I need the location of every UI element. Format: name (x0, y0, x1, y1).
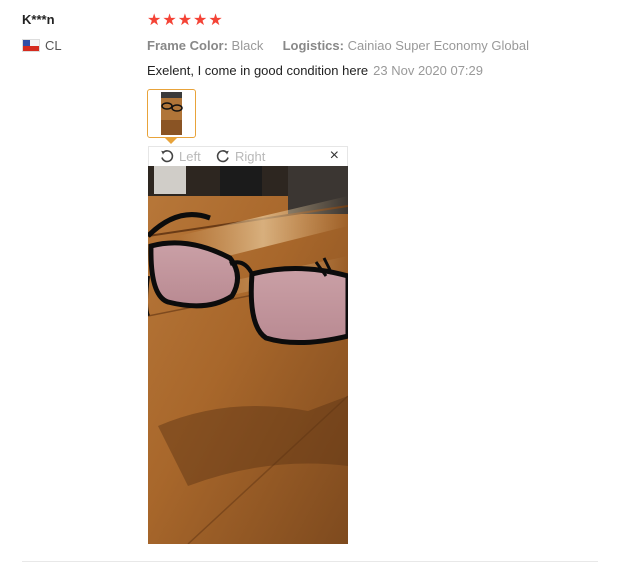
star-icon: ★ (162, 12, 177, 29)
thumbnail-image (150, 92, 193, 135)
country-code: CL (45, 38, 62, 53)
logistics-value: Cainiao Super Economy Global (347, 38, 529, 53)
star-icon: ★ (208, 12, 223, 29)
rotate-left-icon (161, 150, 174, 163)
review-text: Exelent, I come in good condition here (147, 63, 369, 78)
frame-color-value: Black (231, 38, 264, 53)
review-photo-thumbnail[interactable] (147, 89, 196, 138)
image-viewer-toolbar: Left Right × (148, 146, 348, 166)
star-rating: ★ ★ ★ ★ ★ (147, 12, 223, 30)
rotate-left-button[interactable]: Left (159, 148, 201, 164)
rotate-left-label: Left (179, 148, 201, 164)
review-photo-enlarged (148, 166, 348, 544)
star-icon: ★ (177, 12, 193, 29)
logistics-label: Logistics: (282, 38, 344, 53)
star-icon: ★ (147, 12, 162, 29)
reviewer-name: K***n (22, 12, 55, 27)
reviewer-country: CL (22, 38, 62, 53)
close-icon[interactable]: × (330, 147, 339, 165)
review-attributes: Frame Color: Black Logistics: Cainiao Su… (147, 38, 529, 53)
review-date: 23 Nov 2020 07:29 (373, 63, 484, 78)
review-divider (22, 561, 598, 562)
review-body: Exelent, I come in good condition here 23… (147, 63, 483, 78)
rotate-right-icon (216, 150, 229, 163)
star-icon: ★ (193, 12, 208, 29)
rotate-right-label: Right (235, 148, 266, 164)
chile-flag-icon (22, 39, 40, 52)
rotate-right-button[interactable]: Right (215, 148, 265, 164)
frame-color-label: Frame Color: (147, 38, 228, 53)
thumbnail-pointer (165, 138, 177, 144)
